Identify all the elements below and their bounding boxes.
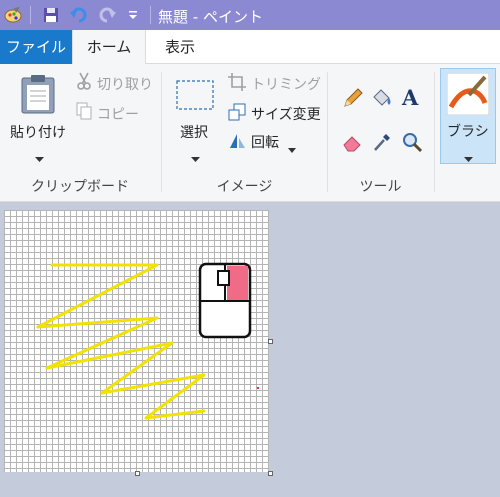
rotate-dropdown-icon[interactable]	[288, 138, 296, 157]
paint-app-icon[interactable]	[2, 4, 24, 26]
brush-icon[interactable]	[446, 72, 490, 119]
save-icon[interactable]	[40, 4, 62, 26]
color-picker-icon[interactable]	[372, 131, 392, 157]
group-divider	[327, 72, 328, 192]
text-icon[interactable]: A	[400, 85, 422, 112]
crop-button: トリミング	[251, 77, 321, 93]
brushes-dropdown-icon[interactable]	[464, 148, 473, 167]
resize-handle-bottom[interactable]	[135, 471, 140, 476]
magnifier-icon[interactable]	[401, 131, 423, 157]
copy-button: コピー	[97, 107, 139, 123]
toolbar-separator	[30, 6, 31, 24]
resize-icon[interactable]	[228, 103, 246, 125]
title-separator	[150, 6, 151, 24]
image-group-label: イメージ	[216, 179, 273, 195]
resize-handle-right[interactable]	[268, 339, 273, 344]
crop-icon	[228, 73, 246, 95]
drawing-layer	[36, 262, 259, 420]
ribbon-tabs: ファイル ホーム 表示	[0, 30, 500, 65]
group-divider	[161, 72, 162, 192]
paste-button[interactable]: 貼り付け	[10, 122, 66, 142]
yellow-zigzag-stroke	[36, 263, 206, 420]
svg-text:A: A	[401, 86, 419, 108]
group-divider	[434, 72, 435, 192]
eraser-icon[interactable]	[342, 132, 364, 156]
paste-dropdown-icon[interactable]	[35, 148, 44, 167]
resize-button[interactable]: サイズ変更	[251, 104, 321, 124]
copy-icon	[76, 102, 92, 124]
paste-icon[interactable]	[20, 74, 56, 118]
clipboard-group-label: クリップボード	[31, 179, 129, 195]
undo-icon[interactable]	[68, 4, 90, 26]
mouse-drawing	[198, 262, 252, 339]
window-title: 無題 - ペイント	[158, 8, 263, 26]
select-icon[interactable]	[176, 80, 214, 114]
cut-icon	[76, 72, 92, 94]
drawing-canvas[interactable]	[4, 210, 269, 472]
canvas-workspace[interactable]	[0, 202, 500, 497]
ribbon: 貼り付け 切り取り コピー クリップボード 選択 トリミング サイズ変更 回転 …	[0, 64, 500, 202]
rotate-icon[interactable]	[228, 132, 246, 154]
rotate-button[interactable]: 回転	[251, 132, 279, 152]
pencil-icon[interactable]	[342, 87, 364, 113]
title-bar: 無題 - ペイント	[0, 0, 500, 30]
tools-group-label: ツール	[359, 179, 402, 195]
tab-home[interactable]: ホーム	[72, 30, 146, 65]
red-dot	[257, 387, 259, 389]
cut-button: 切り取り	[97, 77, 153, 93]
brushes-label[interactable]: ブラシ	[447, 121, 489, 141]
select-button[interactable]: 選択	[180, 122, 208, 142]
resize-handle-corner[interactable]	[268, 471, 273, 476]
customize-quick-access-icon[interactable]	[122, 4, 144, 26]
redo-icon[interactable]	[96, 4, 118, 26]
fill-with-color-icon[interactable]	[370, 87, 392, 113]
tab-file[interactable]: ファイル	[0, 30, 72, 64]
select-dropdown-icon[interactable]	[191, 148, 200, 167]
tab-view[interactable]: 表示	[146, 30, 214, 64]
